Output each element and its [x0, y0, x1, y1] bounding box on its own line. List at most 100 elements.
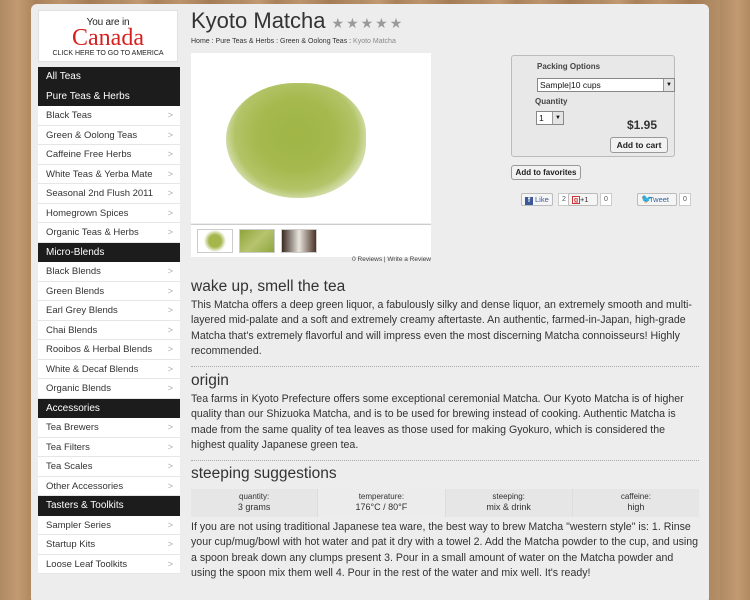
description-text: This Matcha offers a deep green liquor, …: [191, 299, 692, 358]
chevron-right-icon: >: [167, 539, 173, 549]
chevron-right-icon: >: [167, 266, 173, 276]
sidebar-item[interactable]: Green Blends >: [38, 281, 180, 301]
sidebar-item[interactable]: White & Decaf Blends >: [38, 359, 180, 379]
description-heading: wake up, smell the tea: [191, 278, 346, 295]
sidebar-item-label: Green & Oolong Teas: [46, 129, 138, 141]
sidebar-item[interactable]: Organic Blends >: [38, 379, 180, 399]
steeping-label: temperature:: [358, 492, 405, 501]
chevron-right-icon: >: [167, 422, 173, 432]
sidebar-heading-1[interactable]: Pure Teas & Herbs: [38, 86, 180, 106]
add-to-favorites-button[interactable]: Add to favorites: [511, 165, 581, 180]
sidebar-item-label: Earl Grey Blends: [46, 305, 118, 316]
chevron-right-icon: >: [167, 480, 173, 491]
origin-section: origin Tea farms in Kyoto Prefecture off…: [191, 372, 699, 461]
thumbnail-3[interactable]: [281, 229, 317, 253]
steeping-cell: steeping: mix & drink: [445, 489, 573, 517]
sidebar-item-label: Other Accessories: [46, 480, 124, 492]
thumbnail-strip: [191, 224, 431, 257]
chevron-right-icon: >: [167, 324, 173, 335]
steeping-instructions: If you are not using traditional Japanes…: [191, 518, 699, 582]
steeping-section: steeping suggestions: [191, 465, 699, 483]
sidebar-item[interactable]: Tea Scales >: [38, 457, 180, 477]
sidebar-heading-0[interactable]: All Teas: [38, 67, 180, 87]
sidebar-item[interactable]: Rooibos & Herbal Blends >: [38, 340, 180, 360]
chevron-right-icon: >: [167, 363, 173, 374]
sidebar-item[interactable]: Chai Blends >: [38, 320, 180, 340]
sidebar-item-label: Loose Leaf Toolkits: [46, 558, 128, 570]
product-image[interactable]: [191, 53, 431, 223]
breadcrumb-green-oolong[interactable]: Green & Oolong Teas: [280, 38, 347, 45]
breadcrumb-pure-teas[interactable]: Pure Teas & Herbs: [216, 38, 275, 45]
reviews-link[interactable]: 0 Reviews | Write a Review: [191, 256, 431, 263]
thumbnail-1[interactable]: [197, 229, 233, 253]
sidebar-item[interactable]: Green & Oolong Teas >: [38, 125, 180, 145]
sidebar-item[interactable]: Caffeine Free Herbs >: [38, 145, 180, 165]
google-plus-button[interactable]: g +1: [568, 193, 598, 206]
sidebar-item-label: Black Teas: [46, 110, 92, 121]
quantity-value: 1: [539, 113, 544, 123]
steeping-cell: caffeine: high: [572, 489, 699, 517]
sidebar-item[interactable]: Other Accessories >: [38, 476, 180, 496]
sidebar-item[interactable]: Homegrown Spices >: [38, 203, 180, 223]
breadcrumb-home[interactable]: Home: [191, 38, 210, 45]
product-main: Kyoto Matcha ★★★★★ Home : Pure Teas & He…: [191, 8, 709, 579]
steeping-cell: temperature: 176°C / 80°F: [318, 489, 446, 517]
sidebar-item-label: Startup Kits: [46, 539, 96, 550]
sidebar-item[interactable]: Tea Filters >: [38, 437, 180, 457]
sidebar-item-label: Homegrown Spices: [46, 207, 129, 219]
chevron-right-icon: >: [167, 383, 173, 393]
breadcrumb-current: Kyoto Matcha: [353, 38, 396, 45]
sidebar-item[interactable]: Startup Kits >: [38, 535, 180, 555]
rating-stars[interactable]: ★★★★★: [332, 15, 405, 32]
sidebar-item-label: Organic Blends: [46, 383, 111, 394]
sidebar-heading-3[interactable]: Accessories: [38, 398, 180, 418]
chevron-right-icon: >: [167, 558, 173, 569]
like-label: Like: [535, 195, 549, 204]
sidebar-item-label: Sampler Series: [46, 519, 111, 531]
origin-heading: origin: [191, 372, 229, 389]
sidebar-item-label: Seasonal 2nd Flush 2011: [46, 188, 154, 199]
sidebar-item[interactable]: Seasonal 2nd Flush 2011 >: [38, 184, 180, 204]
quantity-select[interactable]: 1 ▼: [536, 111, 564, 125]
purchase-box: Packing Options Sample|10 cups ▼ Quantit…: [511, 55, 675, 157]
breadcrumb: Home : Pure Teas & Herbs : Green & Oolon…: [191, 38, 396, 45]
sidebar-heading-4[interactable]: Tasters & Toolkits: [38, 496, 180, 516]
steeping-label: caffeine:: [620, 492, 651, 501]
chevron-right-icon: >: [167, 441, 173, 452]
sidebar-item[interactable]: Black Blends >: [38, 262, 180, 282]
plus-count: 0: [600, 193, 612, 206]
chevron-right-icon: >: [167, 461, 173, 471]
add-to-cart-button[interactable]: Add to cart: [610, 137, 668, 153]
sidebar-item[interactable]: Organic Teas & Herbs >: [38, 223, 180, 243]
thumbnail-2[interactable]: [239, 229, 275, 253]
sidebar-heading-2[interactable]: Micro-Blends: [38, 242, 180, 262]
sidebar-item[interactable]: White Teas & Yerba Mate >: [38, 164, 180, 184]
chevron-right-icon: >: [167, 188, 173, 198]
switch-country-link[interactable]: CLICK HERE TO GO TO AMERICA: [39, 50, 177, 57]
price: $1.95: [627, 118, 658, 132]
packing-options-select[interactable]: Sample|10 cups ▼: [537, 78, 675, 92]
chevron-right-icon: >: [167, 344, 173, 354]
chevron-right-icon: >: [167, 305, 173, 315]
sidebar-item[interactable]: Sampler Series >: [38, 515, 180, 535]
sidebar-item-label: White & Decaf Blends: [46, 363, 139, 375]
sidebar-item-label: Tea Brewers: [46, 422, 99, 433]
google-plus-icon: g: [572, 196, 580, 204]
sidebar-item[interactable]: Earl Grey Blends >: [38, 301, 180, 321]
sidebar-item[interactable]: Loose Leaf Toolkits >: [38, 554, 180, 574]
category-sidebar: All Teas Pure Teas & Herbs Black Teas > Gree…: [38, 67, 180, 574]
tweet-button[interactable]: 🐦Tweet: [637, 193, 677, 206]
sidebar-item[interactable]: Tea Brewers >: [38, 418, 180, 438]
chevron-right-icon: >: [167, 285, 173, 296]
quantity-label: Quantity: [535, 97, 568, 106]
facebook-like-button[interactable]: f Like: [521, 193, 553, 206]
sidebar-item-label: Green Blends: [46, 285, 105, 297]
sidebar-item-label: Black Blends: [46, 266, 101, 277]
steeping-value: 176°C / 80°F: [355, 502, 408, 512]
sidebar-item-label: Tea Filters: [46, 441, 90, 453]
chevron-right-icon: >: [167, 168, 173, 179]
packing-options-label: Packing Options: [537, 62, 601, 71]
country-switcher[interactable]: You are in Canada CLICK HERE TO GO TO AM…: [38, 10, 178, 62]
plus-label: +1: [580, 195, 589, 204]
sidebar-item[interactable]: Black Teas >: [38, 106, 180, 126]
